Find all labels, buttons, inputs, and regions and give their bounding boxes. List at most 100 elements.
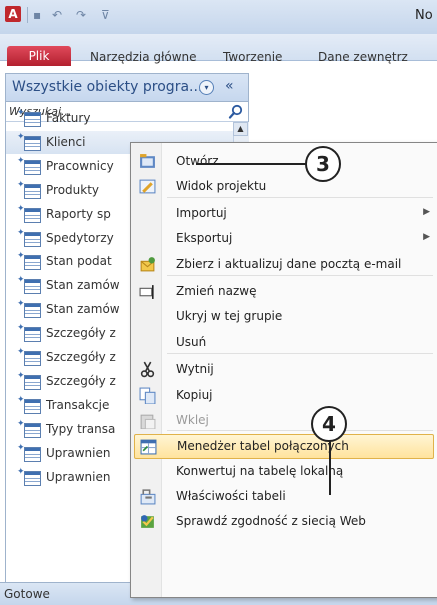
open-icon	[140, 154, 155, 168]
rename-icon	[139, 285, 154, 299]
callout-4: 4	[311, 406, 347, 442]
paste-icon	[140, 414, 156, 429]
callout-3: 3	[305, 146, 341, 182]
callout-3-leader	[196, 163, 308, 165]
properties-icon	[140, 489, 156, 505]
callout-4-leader	[329, 440, 331, 495]
tab-home[interactable]: Narzędzia główne	[90, 50, 197, 64]
nav-item-label: Uprawnien	[46, 469, 111, 484]
copy-icon	[139, 387, 156, 404]
collapse-pane-icon[interactable]: «	[225, 78, 234, 94]
nav-item-table[interactable]: ✦ Faktury	[6, 107, 233, 130]
menu-item-label: Zmień nazwę	[176, 284, 257, 298]
menu-item-konwertuj-na-tabele-lokalna[interactable]: Konwertuj na tabelę lokalną	[131, 459, 437, 484]
nav-pane-header[interactable]: Wszystkie obiekty progra... ▾ «	[6, 74, 248, 102]
menu-item-wytnij[interactable]: Wytnij	[131, 357, 437, 382]
table-icon	[24, 470, 41, 486]
nav-item-label: Stan podat	[46, 254, 112, 269]
nav-item-label: Produkty	[46, 182, 100, 197]
menu-item-label: Wytnij	[176, 362, 214, 376]
web-check-icon	[141, 515, 154, 528]
table-icon	[24, 207, 41, 223]
menu-item-label: Usuń	[176, 335, 207, 349]
menu-item-ukryj-w-tej-grupie[interactable]: Ukryj w tej grupie	[131, 304, 437, 329]
menu-item-importuj[interactable]: Importuj ▶	[131, 201, 437, 226]
table-icon	[24, 231, 41, 247]
menu-item-label: Eksportuj	[176, 231, 233, 245]
scroll-up-icon[interactable]: ▲	[233, 122, 248, 136]
collect-data-icon	[140, 257, 155, 272]
menu-item-sprawdz-zgodnosc-z-siecia-web[interactable]: Sprawdź zgodność z siecią Web	[131, 509, 437, 534]
menu-separator	[167, 353, 433, 354]
menu-item-label: Właściwości tabeli	[176, 489, 286, 503]
menu-separator	[167, 430, 433, 431]
menu-item-eksportuj[interactable]: Eksportuj ▶	[131, 226, 437, 251]
nav-item-label: Faktury	[46, 111, 91, 125]
table-icon	[24, 374, 41, 390]
menu-item-otworz[interactable]: Otwórz	[131, 149, 437, 174]
menu-item-label: Ukryj w tej grupie	[176, 309, 283, 323]
menu-item-zmien-nazwe[interactable]: Zmień nazwę	[131, 279, 437, 304]
submenu-arrow-icon: ▶	[423, 207, 430, 217]
nav-item-label: Szczegóły z	[46, 373, 116, 388]
table-icon	[24, 159, 41, 175]
table-icon	[24, 255, 41, 271]
linked-table-manager-icon	[140, 439, 157, 455]
undo-icon[interactable]: ↶	[52, 8, 62, 22]
menu-item-usun[interactable]: Usuń	[131, 330, 437, 355]
table-icon	[24, 112, 41, 127]
menu-item-zbierz-i-aktualizuj-dane-poczta-e-mail[interactable]: Zbierz i aktualizuj dane pocztą e-mail	[131, 252, 437, 277]
menu-item-label: Importuj	[176, 206, 227, 220]
table-icon	[24, 279, 41, 295]
menu-item-menedzer-tabel-polaczonych[interactable]: Menedżer tabel połączonych	[134, 434, 434, 459]
redo-icon[interactable]: ↷	[76, 8, 86, 22]
save-icon[interactable]: ▪	[33, 8, 41, 22]
context-menu: Otwórz Widok projektu Importuj ▶ Eksportuj ▶ Z…	[130, 142, 437, 598]
nav-item-label: Klienci	[46, 134, 86, 149]
design-view-icon	[139, 179, 156, 194]
nav-item-label: Spedytorzy	[46, 230, 114, 245]
nav-pane-title[interactable]: Wszystkie obiekty progra...	[12, 79, 202, 95]
nav-item-label: Transakcje	[46, 397, 110, 412]
nav-item-label: Stan zamów	[46, 278, 120, 293]
table-icon	[24, 351, 41, 366]
table-icon	[24, 183, 41, 199]
tab-create[interactable]: Tworzenie	[223, 50, 282, 64]
submenu-arrow-icon: ▶	[423, 232, 430, 242]
menu-separator	[167, 275, 433, 276]
status-text: Gotowe	[4, 587, 50, 601]
nav-item-label: Uprawnien	[46, 445, 111, 460]
menu-item-label: Kopiuj	[176, 388, 213, 402]
table-icon	[24, 422, 41, 438]
menu-item-label: Widok projektu	[176, 179, 267, 193]
nav-item-label: Stan zamów	[46, 302, 120, 317]
quick-access-separator	[27, 7, 28, 23]
menu-item-wlasciwosci-tabeli[interactable]: Właściwości tabeli	[131, 484, 437, 509]
cut-icon	[140, 361, 155, 378]
title-bar: A ▪ ↶ ↷ ⊽ No	[0, 0, 437, 34]
menu-item-label: Konwertuj na tabelę lokalną	[176, 464, 344, 478]
menu-item-label: Otwórz	[176, 154, 219, 168]
table-icon	[24, 327, 41, 343]
nav-item-label: Typy transa	[46, 421, 116, 436]
tab-external-data[interactable]: Dane zewnętrz	[318, 50, 408, 64]
customize-quick-access-icon[interactable]: ⊽	[101, 8, 110, 22]
nav-item-label: Pracownicy	[46, 158, 114, 173]
menu-item-widok-projektu[interactable]: Widok projektu	[131, 174, 437, 199]
nav-item-label: Szczegóły z	[46, 350, 116, 364]
menu-item-label: Sprawdź zgodność z siecią Web	[176, 514, 366, 528]
menu-separator	[167, 197, 433, 198]
access-app-icon[interactable]: A	[5, 6, 21, 22]
table-icon	[24, 303, 41, 319]
window-title: No	[415, 8, 433, 23]
chevron-down-icon[interactable]: ▾	[199, 80, 214, 95]
menu-item-label: Wklej	[176, 413, 209, 427]
menu-item-label: Zbierz i aktualizuj dane pocztą e-mail	[176, 257, 402, 271]
tab-file[interactable]: Plik	[7, 46, 71, 66]
nav-item-label: Raporty sp	[46, 206, 111, 221]
table-icon	[24, 135, 41, 151]
nav-item-label: Szczegóły z	[46, 326, 116, 341]
table-icon	[24, 446, 41, 462]
menu-item-kopiuj[interactable]: Kopiuj	[131, 383, 437, 408]
table-icon	[24, 398, 41, 414]
